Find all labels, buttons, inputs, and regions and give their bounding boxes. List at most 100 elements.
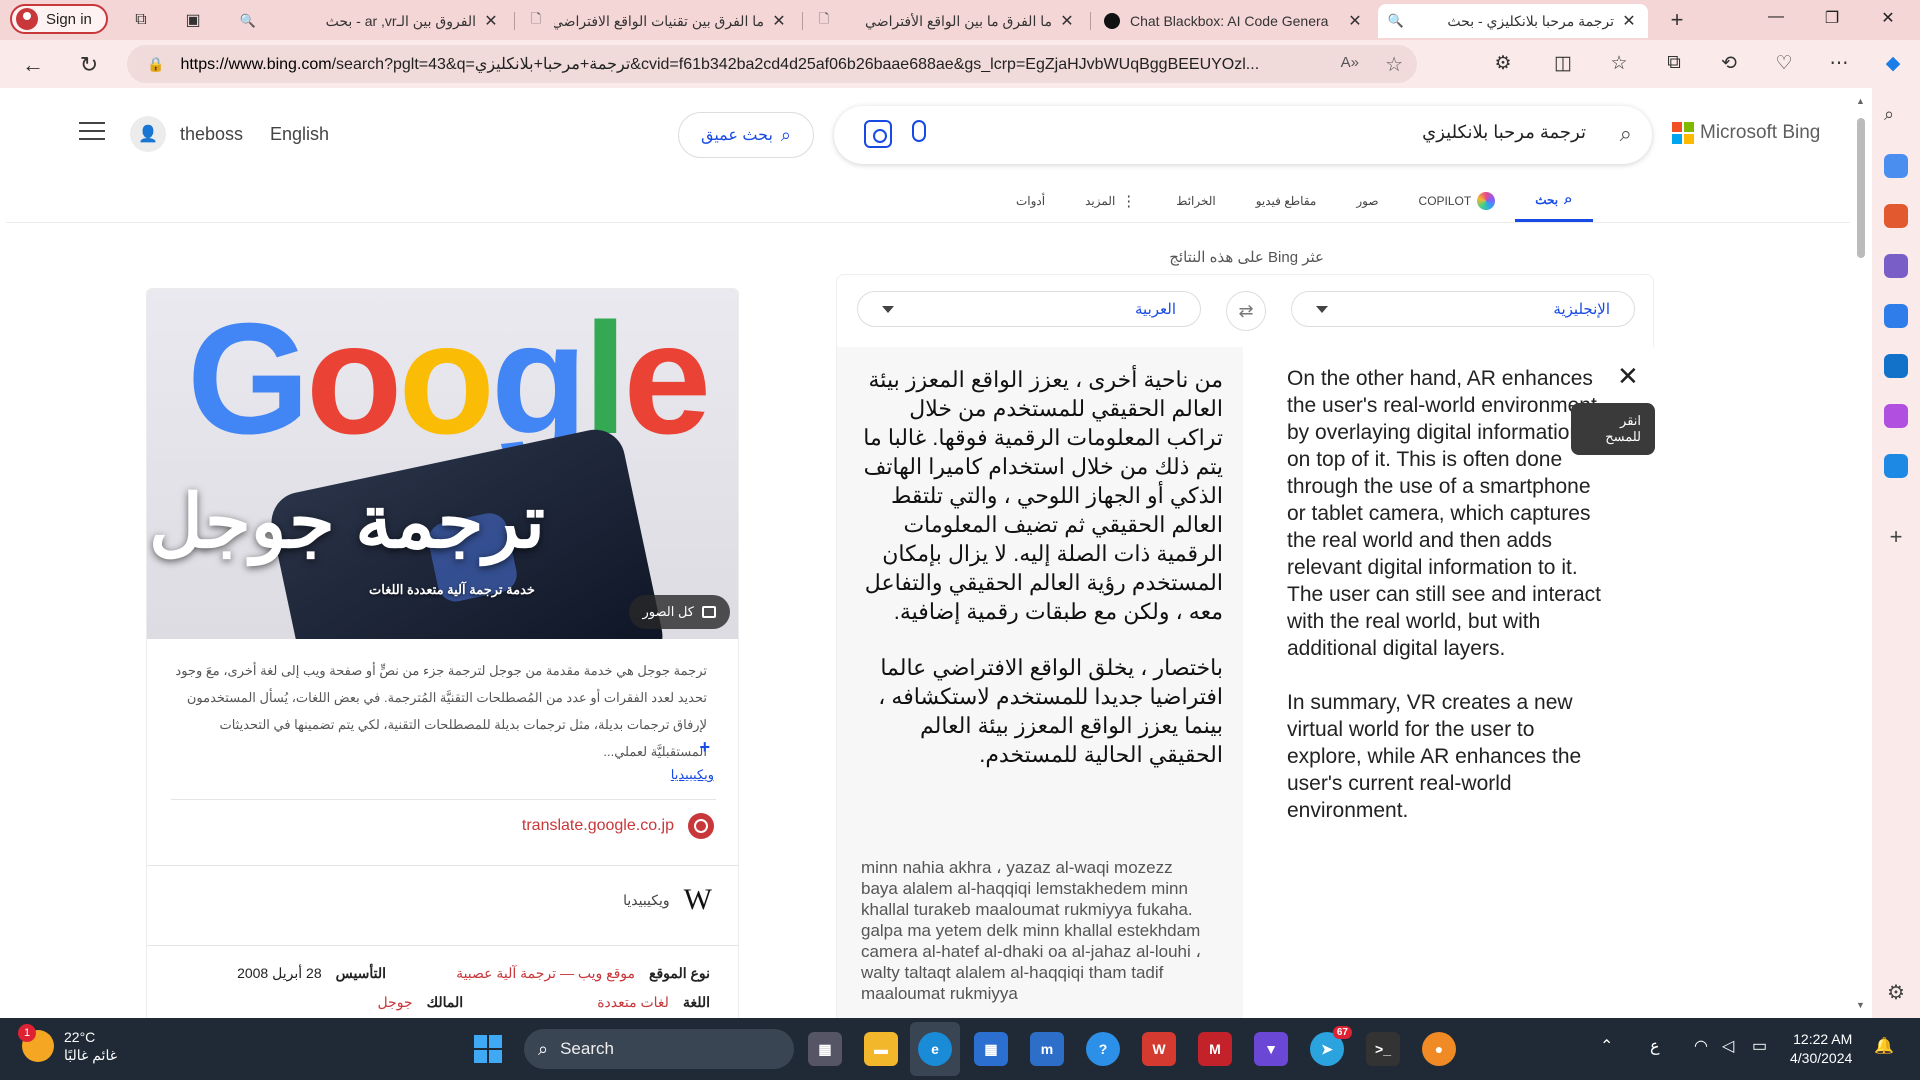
restore-icon[interactable]: ❐ — [1820, 8, 1844, 28]
taskbar-search[interactable]: ⌕ Search — [524, 1029, 794, 1069]
visual-search-icon[interactable] — [864, 120, 892, 148]
edge-icon[interactable]: e — [918, 1032, 952, 1066]
collections-icon[interactable]: ⧉ — [1661, 52, 1687, 74]
more-menu-icon[interactable]: ⋯ — [1826, 52, 1852, 75]
url-text: https://www.bing.com/search?pglt=43&q=تر… — [180, 56, 1260, 73]
settings-gear-icon[interactable]: ⚙ — [1884, 980, 1908, 1004]
read-aloud-icon[interactable]: A» — [1341, 54, 1359, 71]
media-app-icon[interactable]: ● — [1422, 1032, 1456, 1066]
history-icon[interactable]: ⟲ — [1716, 52, 1742, 75]
vpn-icon[interactable]: ▼ — [1254, 1032, 1288, 1066]
sign-in-button[interactable]: Sign in — [10, 4, 108, 34]
user-avatar-icon[interactable]: 👤 — [130, 116, 166, 152]
performance-icon[interactable]: ♡ — [1771, 52, 1797, 75]
wifi-icon[interactable]: ◠ — [1694, 1036, 1708, 1056]
window-close-icon[interactable]: ✕ — [1876, 8, 1900, 28]
file-explorer-icon[interactable]: ▬ — [864, 1032, 898, 1066]
mcafee-icon[interactable]: M — [1198, 1032, 1232, 1066]
games-icon[interactable] — [1884, 254, 1908, 278]
deep-search-button[interactable]: ⌕ بحث عميق — [678, 112, 814, 158]
volume-icon[interactable]: ◁ — [1722, 1036, 1734, 1056]
fact-value[interactable]: جوجل — [377, 994, 412, 1011]
knowledge-image[interactable]: Google ترجمة جوجل خدمة ترجمة آلية متعددة… — [147, 289, 738, 639]
tab-blackbox[interactable]: Chat Blackbox: AI Code Genera ✕ — [1094, 4, 1374, 38]
clear-icon[interactable]: ✕ — [1617, 361, 1639, 392]
close-icon[interactable]: ✕ — [1620, 11, 1638, 31]
scope-videos[interactable]: مقاطع فيديو — [1236, 180, 1337, 222]
split-screen-icon[interactable]: ◫ — [1550, 52, 1576, 75]
minimize-icon[interactable]: — — [1764, 8, 1788, 26]
search-query[interactable]: ترجمة مرحبا بلانكليزي — [1422, 122, 1586, 143]
tab-actions-icon[interactable]: ▣ — [182, 9, 204, 31]
input-language-indicator[interactable]: ع — [1650, 1036, 1660, 1056]
scope-search[interactable]: ⌕ بحث — [1515, 180, 1593, 222]
close-icon[interactable]: ✕ — [770, 11, 788, 31]
target-language-select[interactable]: العربية — [857, 291, 1201, 327]
hamburger-menu-icon[interactable] — [79, 122, 105, 142]
source-text[interactable]: On the other hand, AR enhances the user'… — [1287, 365, 1609, 851]
source-language-select[interactable]: الإنجليزية — [1291, 291, 1635, 327]
extensions-icon[interactable]: ⚙ — [1490, 52, 1516, 75]
refresh-icon[interactable]: ↻ — [76, 52, 102, 78]
copilot-icon[interactable]: ◆ — [1880, 52, 1906, 75]
drop-icon[interactable] — [1884, 454, 1908, 478]
close-icon[interactable]: ✕ — [1058, 11, 1076, 31]
scope-copilot[interactable]: COPILOT — [1399, 180, 1516, 222]
outlook-icon[interactable] — [1884, 354, 1908, 378]
swap-languages-icon[interactable]: ⇄ — [1226, 291, 1266, 331]
bing-logo[interactable]: Microsoft Bing — [1672, 122, 1820, 144]
scroll-thumb[interactable] — [1857, 118, 1865, 258]
shopping-icon[interactable] — [1884, 154, 1908, 178]
task-view-icon[interactable]: ▦ — [808, 1032, 842, 1066]
add-icon[interactable]: + — [1884, 524, 1908, 549]
official-site-link[interactable]: translate.google.co.jp — [522, 813, 714, 839]
expand-button[interactable]: + — [699, 737, 710, 758]
tab-vr-difference[interactable]: 🗋 ما الفرق ما بين الواقع الأفتراضي ✕ — [806, 4, 1086, 38]
start-button-icon[interactable] — [474, 1035, 502, 1063]
favorites-icon[interactable]: ☆ — [1606, 52, 1632, 75]
battery-icon[interactable]: ▭ — [1752, 1036, 1767, 1056]
language-link[interactable]: English — [270, 124, 329, 145]
microsoft365-icon[interactable] — [1884, 304, 1908, 328]
translation-input[interactable]: On the other hand, AR enhances the user'… — [1243, 347, 1655, 1018]
search-icon[interactable]: ⌕ — [1620, 121, 1632, 147]
close-icon[interactable]: ✕ — [482, 11, 500, 31]
store-icon[interactable]: ▦ — [974, 1032, 1008, 1066]
new-tab-icon[interactable]: + — [1666, 7, 1688, 32]
designer-icon[interactable] — [1884, 404, 1908, 428]
tools-icon[interactable] — [1884, 204, 1908, 228]
telegram-icon[interactable]: ➤ 67 — [1310, 1026, 1352, 1066]
weather-widget[interactable]: 1 22°C غائم غالبًا — [18, 1024, 117, 1064]
address-bar[interactable]: 🔒 https://www.bing.com/search?pglt=43&q=… — [127, 45, 1417, 83]
username[interactable]: theboss — [180, 124, 243, 145]
workspaces-icon[interactable]: ⧉ — [130, 9, 152, 31]
tab-translate-search[interactable]: 🔍 ترجمة مرحبا بلانكليزي - بحث ✕ — [1378, 4, 1648, 38]
tab-ar-vr-search[interactable]: 🔍 الفروق بين الـar ,vr - بحث ✕ — [230, 4, 510, 38]
help-icon[interactable]: ? — [1086, 1032, 1120, 1066]
fact-value[interactable]: لغات متعددة — [597, 994, 669, 1011]
fact-value[interactable]: موقع ويب — ترجمة آلية عصبية — [456, 965, 635, 982]
microphone-icon[interactable] — [912, 120, 926, 142]
wikipedia-link[interactable]: ويكيبيديا — [671, 767, 714, 783]
wps-office-icon[interactable]: W — [1142, 1032, 1176, 1066]
scope-images[interactable]: صور — [1336, 180, 1398, 222]
mylo-app-icon[interactable]: m — [1030, 1032, 1064, 1066]
scroll-down-icon[interactable]: ▼ — [1856, 1000, 1865, 1010]
all-images-button[interactable]: كل الصور — [628, 595, 730, 629]
scope-more[interactable]: ⋮ المزيد — [1065, 180, 1156, 222]
back-icon[interactable]: ← — [20, 52, 46, 78]
scroll-up-icon[interactable]: ▲ — [1856, 96, 1865, 106]
tab-vr-ar-techniques[interactable]: 🗋 ما الفرق بين تقنيات الواقع الافتراضي ✕ — [518, 4, 798, 38]
scope-maps[interactable]: الخرائط — [1156, 180, 1235, 222]
clock[interactable]: 12:22 AM 4/30/2024 — [1790, 1030, 1852, 1068]
page-scrollbar[interactable]: ▲ ▼ — [1850, 88, 1872, 1018]
favorite-star-icon[interactable]: ☆ — [1385, 52, 1403, 77]
scope-tools[interactable]: أدوات — [996, 180, 1065, 222]
notification-bell-icon[interactable]: 🔔 — [1874, 1036, 1894, 1056]
show-hidden-icons-icon[interactable]: ⌃ — [1600, 1036, 1613, 1056]
close-icon[interactable]: ✕ — [1346, 11, 1364, 31]
terminal-icon[interactable]: >_ — [1366, 1032, 1400, 1066]
search-box[interactable]: ترجمة مرحبا بلانكليزي ⌕ — [834, 106, 1652, 164]
search-icon[interactable]: ⌕ — [1884, 104, 1908, 128]
wikipedia-source[interactable]: W ويكيبيديا — [623, 883, 712, 917]
